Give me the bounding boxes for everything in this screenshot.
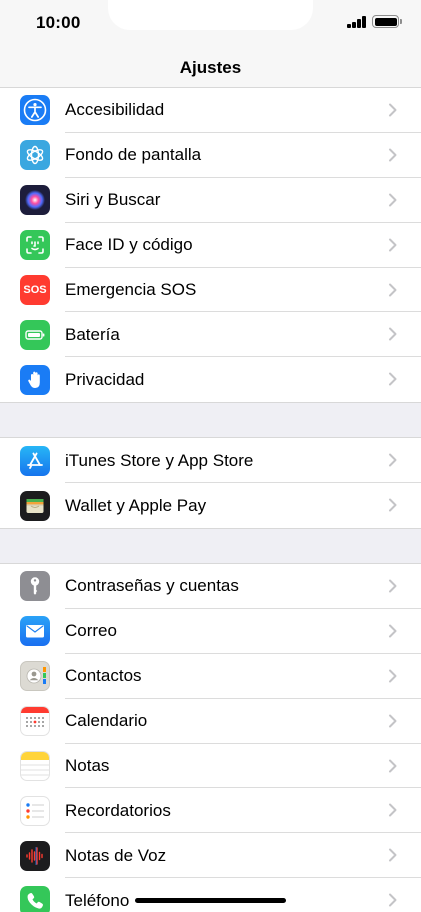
settings-item-siri[interactable]: Siri y Buscar bbox=[0, 178, 421, 223]
chevron-right-icon bbox=[389, 283, 397, 297]
settings-item-wallet[interactable]: Wallet y Apple Pay bbox=[0, 483, 421, 528]
settings-item-mail[interactable]: Correo bbox=[0, 609, 421, 654]
settings-item-wallpaper[interactable]: Fondo de pantalla bbox=[0, 133, 421, 178]
device-notch bbox=[108, 0, 313, 30]
chevron-right-icon bbox=[389, 579, 397, 593]
chevron-right-icon bbox=[389, 759, 397, 773]
settings-item-label: iTunes Store y App Store bbox=[65, 450, 254, 470]
settings-item-app-store[interactable]: iTunes Store y App Store bbox=[0, 438, 421, 484]
settings-item-label: Emergencia SOS bbox=[65, 280, 197, 299]
settings-item-label: Accesibilidad bbox=[65, 100, 165, 120]
settings-item-voice-memos[interactable]: Notas de Voz bbox=[0, 833, 421, 879]
settings-item-label: Calendario bbox=[65, 711, 148, 731]
settings-item-label: Correo bbox=[65, 621, 117, 641]
settings-item-label: Teléfono bbox=[65, 890, 130, 910]
contacts-icon bbox=[20, 661, 50, 692]
settings-item-label: Recordatorios bbox=[65, 800, 171, 820]
phone-icon bbox=[20, 885, 50, 912]
status-time: 10:00 bbox=[36, 13, 81, 32]
section-gap bbox=[0, 402, 421, 439]
status-bar: 10:00 bbox=[0, 0, 421, 46]
chevron-right-icon bbox=[389, 803, 397, 817]
chevron-right-icon bbox=[389, 714, 397, 728]
chevron-right-icon bbox=[389, 103, 397, 117]
settings-item-reminders[interactable]: Recordatorios bbox=[0, 788, 421, 834]
app-store-icon bbox=[20, 445, 50, 476]
settings-item-accessibility[interactable]: Accesibilidad bbox=[0, 88, 421, 133]
wallet-icon bbox=[20, 490, 50, 521]
chevron-right-icon bbox=[389, 238, 397, 252]
settings-item-label: Fondo de pantalla bbox=[65, 145, 202, 165]
wallpaper-icon bbox=[20, 140, 50, 171]
settings-item-contacts[interactable]: Contactos bbox=[0, 654, 421, 699]
chevron-right-icon bbox=[389, 148, 397, 162]
chevron-right-icon bbox=[389, 193, 397, 207]
settings-item-label: Face ID y código bbox=[65, 235, 193, 255]
settings-item-notes[interactable]: Notas bbox=[0, 744, 421, 789]
chevron-right-icon bbox=[389, 453, 397, 467]
calendar-icon bbox=[20, 706, 50, 737]
notes-icon bbox=[20, 751, 50, 782]
settings-item-calendar[interactable]: Calendario bbox=[0, 699, 421, 744]
settings-group-stores: iTunes Store y App Store Wallet y Apple … bbox=[0, 438, 421, 529]
voice-memos-icon bbox=[20, 840, 50, 871]
settings-item-label: Contactos bbox=[65, 666, 142, 686]
reminders-icon bbox=[20, 795, 50, 826]
chevron-right-icon bbox=[389, 372, 397, 386]
home-indicator[interactable] bbox=[135, 898, 286, 903]
settings-item-phone[interactable]: Teléfono bbox=[0, 878, 421, 912]
hand-icon bbox=[20, 364, 50, 395]
settings-group-apps: Contraseñas y cuentas Correo Contactos C… bbox=[0, 564, 421, 912]
face-id-icon bbox=[20, 230, 50, 261]
settings-item-label: Batería bbox=[65, 324, 120, 344]
siri-icon bbox=[20, 185, 50, 216]
settings-item-passwords[interactable]: Contraseñas y cuentas bbox=[0, 564, 421, 609]
section-gap bbox=[0, 528, 421, 565]
settings-item-privacy[interactable]: Privacidad bbox=[0, 357, 421, 402]
cellular-signal-icon bbox=[347, 16, 367, 28]
settings-item-label: Notas de Voz bbox=[65, 845, 167, 865]
mail-icon bbox=[20, 616, 50, 647]
battery-icon bbox=[20, 319, 50, 350]
chevron-right-icon bbox=[389, 893, 397, 907]
settings-item-battery[interactable]: Batería bbox=[0, 312, 421, 358]
settings-item-label: Contraseñas y cuentas bbox=[65, 576, 239, 596]
chevron-right-icon bbox=[389, 669, 397, 683]
settings-list[interactable]: Accesibilidad Fondo de pantalla Siri y B… bbox=[0, 88, 421, 912]
accessibility-icon bbox=[20, 95, 50, 126]
chevron-right-icon bbox=[389, 327, 397, 341]
key-icon bbox=[20, 571, 50, 602]
page-title: Ajustes bbox=[179, 58, 242, 77]
settings-item-label: Notas bbox=[65, 756, 110, 776]
chevron-right-icon bbox=[389, 498, 397, 512]
navigation-bar: Ajustes bbox=[0, 46, 421, 88]
battery-status-icon bbox=[372, 15, 399, 28]
sos-icon: SOS bbox=[20, 275, 50, 305]
settings-item-face-id[interactable]: Face ID y código bbox=[0, 223, 421, 268]
battery-cap bbox=[400, 19, 402, 24]
settings-item-label: Siri y Buscar bbox=[65, 190, 161, 210]
settings-item-label: Wallet y Apple Pay bbox=[65, 495, 207, 515]
sos-icon-text: SOS bbox=[23, 284, 47, 296]
chevron-right-icon bbox=[389, 848, 397, 862]
chevron-right-icon bbox=[389, 624, 397, 638]
settings-group-system: Accesibilidad Fondo de pantalla Siri y B… bbox=[0, 88, 421, 403]
settings-item-emergency-sos[interactable]: SOS Emergencia SOS bbox=[0, 268, 421, 313]
settings-item-label: Privacidad bbox=[65, 369, 145, 389]
